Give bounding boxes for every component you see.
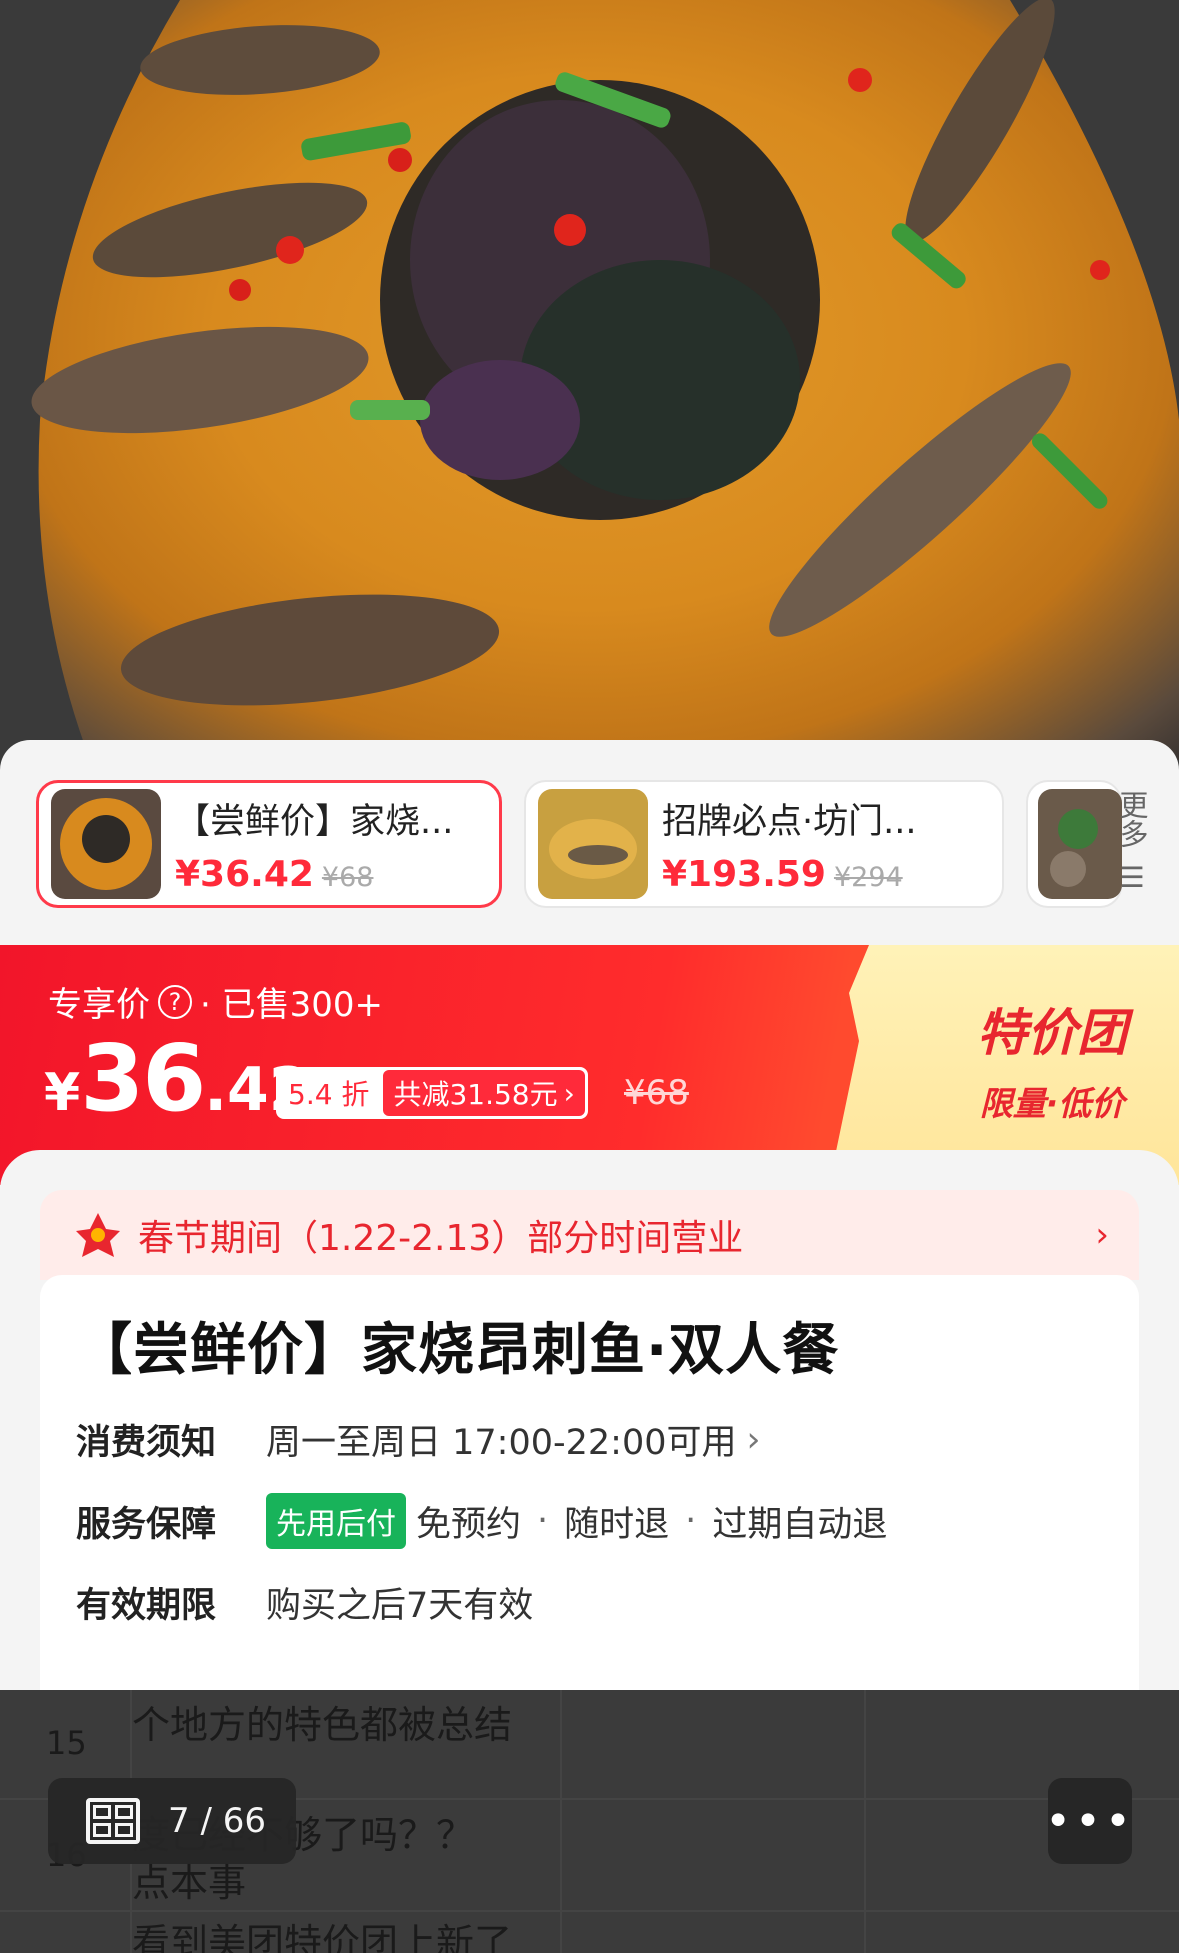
more-label: 更多 (1115, 790, 1149, 848)
exclusive-price-label: 专享价 (48, 985, 150, 1025)
row-label: 消费须知 (76, 1423, 217, 1463)
badge-title: 特价团 (977, 1004, 1127, 1062)
deal-old-price: ¥68 (321, 862, 374, 893)
hero-photo (0, 0, 1179, 760)
price-integer: 36 (80, 1025, 206, 1132)
deal-price: ¥36.42 (175, 854, 314, 895)
sheet-cell: 个地方的特色都被总结 (132, 1703, 513, 1747)
separator-dot: · (537, 1501, 549, 1541)
chevron-right-icon: › (746, 1419, 761, 1460)
currency: ¥ (44, 1063, 81, 1123)
more-deals-link[interactable]: 更多 ☰ (1112, 790, 1152, 895)
deal-old-price: ¥294 (833, 862, 903, 893)
separator-dot: · (685, 1501, 697, 1541)
deal-card-3[interactable] (1026, 780, 1122, 908)
service-guarantee-row: 服务保障 先用后付 免预约 · 随时退 · 过期自动退 (76, 1493, 1103, 1549)
usage-hours: 周一至周日 17:00-22:00可用 (266, 1423, 737, 1463)
deal-title: 招牌必点·坊门... (662, 802, 917, 842)
image-counter: 7 / 66 (168, 1801, 266, 1841)
savings-button[interactable]: 共减31.58元 › (383, 1070, 585, 1116)
row-number: 15 (46, 1724, 87, 1762)
list-icon: ☰ (1119, 861, 1145, 894)
deal-panel: 【尝鲜价】家烧... ¥36.42 ¥68 招牌必点·坊门... ¥193.59… (0, 740, 1179, 1690)
firecracker-icon (76, 1213, 120, 1257)
deal-carousel[interactable]: 【尝鲜价】家烧... ¥36.42 ¥68 招牌必点·坊门... ¥193.59… (36, 780, 1179, 910)
deal-title: 【尝鲜价】家烧... (175, 802, 454, 842)
holiday-notice[interactable]: 春节期间（1.22-2.13）部分时间营业 › (40, 1190, 1139, 1280)
sold-count: · 已售300+ (200, 985, 383, 1025)
chevron-right-icon: › (563, 1076, 575, 1110)
main-price: ¥ 36 .42 (44, 1025, 311, 1132)
special-deal-badge: 特价团 限量·低价 (977, 993, 1127, 1125)
chevron-right-icon: › (1095, 1215, 1109, 1255)
discount-pill[interactable]: 5.4 折 共减31.58元 › (276, 1067, 588, 1119)
row-label: 服务保障 (76, 1504, 217, 1545)
validity-row: 有效期限 购买之后7天有效 (76, 1577, 1103, 1628)
guarantee-item: 免预约 (416, 1504, 522, 1545)
info-card: 春节期间（1.22-2.13）部分时间营业 › 【尝鲜价】家烧昂刺鱼·双人餐 消… (0, 1150, 1179, 1690)
notice-text: 春节期间（1.22-2.13）部分时间营业 (138, 1218, 744, 1259)
original-price: ¥68 (624, 1073, 689, 1113)
guarantee-item: 随时退 (564, 1504, 670, 1545)
price-banner: 专享价 ? · 已售300+ ¥ 36 .42 5.4 折 共减31.58元 ›… (0, 945, 1179, 1185)
sheet-cell: 看到美团特价团上新了 (132, 1921, 513, 1953)
gallery-button[interactable]: 7 / 66 (48, 1778, 296, 1864)
row-label: 有效期限 (76, 1586, 217, 1626)
deal-thumbnail (51, 789, 161, 899)
savings-text: 共减31.58元 (393, 1078, 558, 1111)
product-detail: 【尝鲜价】家烧昂刺鱼·双人餐 消费须知 周一至周日 17:00-22:00可用 … (40, 1275, 1139, 1690)
ellipsis-icon: ••• (1045, 1795, 1135, 1847)
deal-card-1[interactable]: 【尝鲜价】家烧... ¥36.42 ¥68 (36, 780, 502, 908)
deal-card-2[interactable]: 招牌必点·坊门... ¥193.59 ¥294 (524, 780, 1004, 908)
deal-price: ¥193.59 (662, 854, 826, 895)
pay-later-tag: 先用后付 (266, 1493, 406, 1549)
help-icon[interactable]: ? (158, 984, 192, 1019)
badge-subtitle: 限量·低价 (979, 1084, 1125, 1123)
deal-thumbnail (538, 789, 648, 899)
more-menu-button[interactable]: ••• (1045, 1778, 1135, 1864)
grid-icon (86, 1798, 140, 1844)
validity-value: 购买之后7天有效 (266, 1586, 534, 1626)
discount-rate: 5.4 折 (288, 1078, 370, 1111)
product-title: 【尝鲜价】家烧昂刺鱼·双人餐 (76, 1318, 840, 1383)
usage-notice-row[interactable]: 消费须知 周一至周日 17:00-22:00可用 › (76, 1414, 1103, 1465)
deal-thumbnail (1038, 789, 1122, 899)
guarantee-item: 过期自动退 (712, 1504, 888, 1545)
